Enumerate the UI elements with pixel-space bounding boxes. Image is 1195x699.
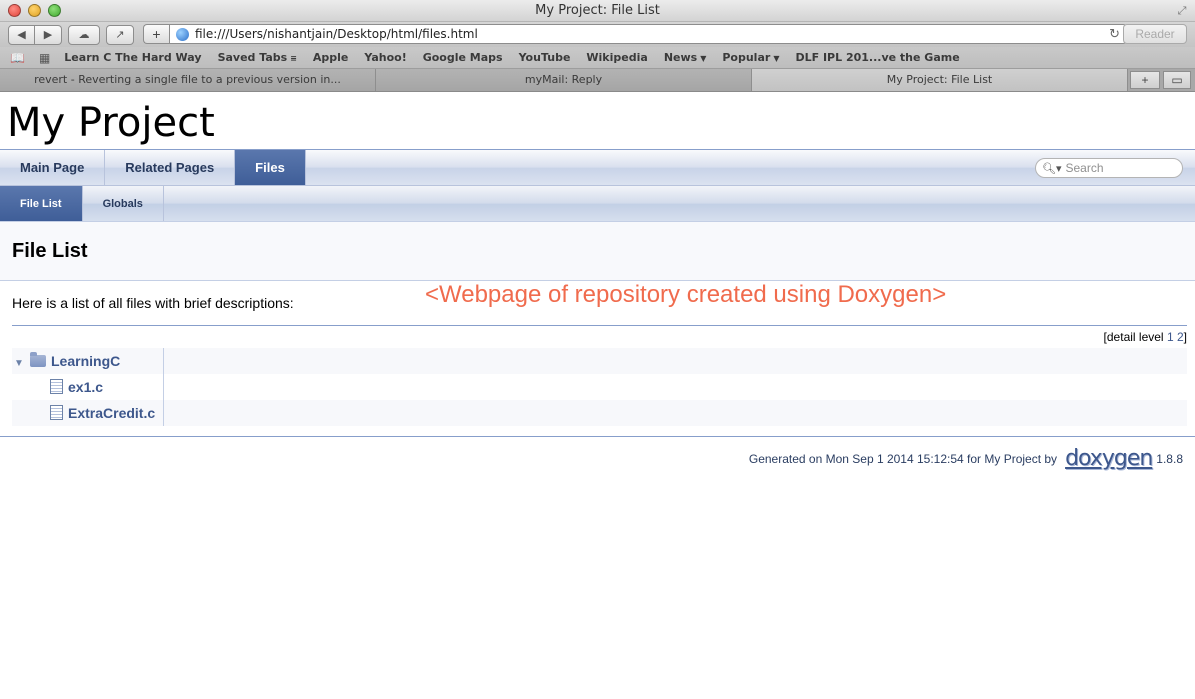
file-entry: ex1.c: [12, 374, 164, 400]
contents: Here is a list of all files with brief d…: [0, 281, 1195, 426]
top-sites-grid-icon[interactable]: ▦: [39, 51, 50, 65]
folder-icon: [30, 352, 46, 367]
detail-level: [detail level 1 2]: [1103, 330, 1187, 344]
fullscreen-icon[interactable]: ⤢: [1175, 4, 1189, 18]
url-field[interactable]: file:///Users/nishantjain/Desktop/html/f…: [169, 24, 1127, 44]
generated-text: Generated on Mon Sep 1 2014 15:12:54 for…: [748, 452, 1058, 466]
back-button[interactable]: ◀: [8, 24, 35, 45]
bookmark-dlf-ipl[interactable]: DLF IPL 201...ve the Game: [795, 51, 959, 64]
tab-mymail[interactable]: myMail: Reply: [376, 69, 752, 91]
globe-icon: [176, 27, 189, 41]
table-row: ex1.c: [12, 374, 1187, 400]
tab-files[interactable]: Files: [235, 150, 306, 185]
page-heading: File List: [12, 240, 88, 262]
forward-button[interactable]: ▶: [35, 24, 62, 45]
expand-arrow-icon[interactable]: ▼: [14, 358, 30, 369]
search-input[interactable]: 🔍︎▾ Search: [1035, 158, 1183, 178]
bookmarks-bar: 📖 ▦ Learn C The Hard Way Saved Tabs ≡ App…: [0, 47, 1195, 69]
tab-bar: revert - Reverting a single file to a pr…: [0, 69, 1195, 92]
minimize-window-button[interactable]: [28, 4, 41, 17]
footer: Generated on Mon Sep 1 2014 15:12:54 for…: [0, 437, 1195, 481]
forward-arrow-icon: ▶: [43, 29, 53, 41]
add-bookmark-button[interactable]: +: [143, 24, 169, 44]
main-nav: Main Page Related Pages Files 🔍︎▾ Search: [0, 150, 1195, 186]
reader-button[interactable]: Reader: [1123, 24, 1187, 44]
tab-main-page[interactable]: Main Page: [0, 150, 106, 185]
chevron-down-icon: ▼: [700, 54, 707, 63]
bookmark-news[interactable]: News ▼: [664, 51, 707, 64]
doxygen-version: 1.8.8: [1156, 452, 1183, 466]
bookmark-apple[interactable]: Apple: [313, 51, 349, 64]
history-nav: ◀ ▶: [8, 24, 62, 45]
search-icon: 🔍︎▾: [1042, 162, 1062, 175]
bookmark-yahoo[interactable]: Yahoo!: [364, 51, 406, 64]
bookmark-learn-c[interactable]: Learn C The Hard Way: [64, 51, 201, 64]
file-link-extracredit[interactable]: ExtraCredit.c: [68, 405, 155, 421]
new-tab-button[interactable]: +: [1130, 71, 1160, 89]
bookmark-google-maps[interactable]: Google Maps: [423, 51, 503, 64]
address-bar: + file:///Users/nishantjain/Desktop/html…: [143, 24, 1127, 44]
icloud-tabs-button[interactable]: ☁: [68, 24, 100, 45]
table-row: ExtraCredit.c: [12, 400, 1187, 426]
search-placeholder: Search: [1065, 161, 1104, 175]
window-titlebar: My Project: File List ⤢: [0, 0, 1195, 22]
back-arrow-icon: ◀: [17, 29, 26, 41]
folder-entry: ▼ LearningC: [12, 348, 164, 374]
url-text: file:///Users/nishantjain/Desktop/html/f…: [195, 27, 478, 41]
table-row: ▼ LearningC: [12, 348, 1187, 374]
file-icon: [50, 379, 63, 394]
page-header: File List: [0, 222, 1195, 281]
zoom-window-button[interactable]: [48, 4, 61, 17]
sub-nav: File List Globals: [0, 186, 1195, 222]
bookmark-saved-tabs[interactable]: Saved Tabs ≡: [218, 51, 297, 64]
bookmark-popular[interactable]: Popular ▼: [722, 51, 779, 64]
reload-icon[interactable]: ↻: [1109, 27, 1120, 42]
folder-menu-icon: ≡: [290, 54, 297, 63]
file-tree: ▼ LearningC ex1.c ExtraCredit.c: [12, 348, 1187, 426]
file-icon: [50, 405, 63, 420]
bookmark-youtube[interactable]: YouTube: [519, 51, 571, 64]
window-controls: [8, 4, 61, 17]
window-title: My Project: File List: [535, 3, 660, 18]
tab-file-list[interactable]: My Project: File List: [752, 69, 1128, 91]
file-link-ex1[interactable]: ex1.c: [68, 379, 103, 395]
share-icon: ↗: [115, 29, 125, 41]
share-button[interactable]: ↗: [106, 24, 134, 45]
folder-link[interactable]: LearningC: [51, 353, 120, 369]
bookmark-wikipedia[interactable]: Wikipedia: [586, 51, 647, 64]
detail-level-1-link[interactable]: 1: [1167, 330, 1174, 344]
tab-revert[interactable]: revert - Reverting a single file to a pr…: [0, 69, 376, 91]
browser-toolbar: ◀ ▶ ☁ ↗ + file:///Users/nishantjain/Desk…: [0, 22, 1195, 47]
file-entry: ExtraCredit.c: [12, 400, 164, 426]
annotation-text: <Webpage of repository created using Dox…: [425, 281, 947, 308]
project-title: My Project: [0, 94, 1195, 150]
web-page: My Project Main Page Related Pages Files…: [0, 94, 1195, 699]
doxygen-logo[interactable]: doxygen: [1065, 446, 1153, 471]
tab-globals[interactable]: Globals: [83, 186, 164, 221]
tab-overview-button[interactable]: ▭: [1163, 71, 1191, 89]
tab-related-pages[interactable]: Related Pages: [105, 150, 236, 185]
cloud-icon: ☁: [78, 29, 90, 41]
tab-file-list-sub[interactable]: File List: [0, 186, 83, 221]
detail-level-2-link[interactable]: 2: [1177, 330, 1184, 344]
close-window-button[interactable]: [8, 4, 21, 17]
chevron-down-icon: ▼: [773, 54, 780, 63]
reading-list-icon[interactable]: 📖: [10, 51, 25, 65]
